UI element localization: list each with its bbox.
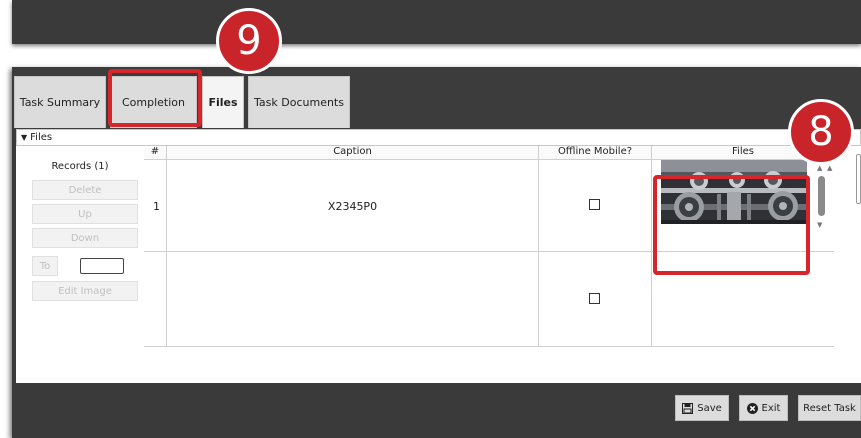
grid-divider <box>166 146 167 346</box>
exit-label: Exit <box>761 402 781 414</box>
files-image-highlight <box>653 175 810 275</box>
column-header-offline-mobile[interactable]: Offline Mobile? <box>539 146 651 159</box>
panel-scrollbar[interactable] <box>856 154 861 204</box>
scroll-up-icon[interactable]: ▲ <box>817 164 822 172</box>
files-section-header[interactable]: ▼ Files <box>16 129 861 146</box>
close-circle-icon <box>746 402 758 414</box>
edit-image-button[interactable]: Edit Image <box>32 281 138 301</box>
callout-badge-9: 9 <box>216 8 282 74</box>
grid-divider <box>651 146 652 346</box>
caption-cell[interactable]: X2345P0 <box>167 200 538 213</box>
up-button[interactable]: Up <box>32 204 138 224</box>
to-button[interactable]: To <box>32 256 58 276</box>
exit-button[interactable]: Exit <box>739 395 788 421</box>
section-title: Files <box>30 132 53 143</box>
tab-files[interactable]: Files <box>202 76 244 128</box>
completion-tab-highlight <box>108 69 202 127</box>
column-header-caption[interactable]: Caption <box>167 146 538 159</box>
records-panel: Records (1) Delete Up Down To Edit Image <box>16 146 144 383</box>
callout-badge-8: 8 <box>788 99 854 165</box>
reset-task-button[interactable]: Reset Task <box>798 395 861 421</box>
floppy-disk-icon <box>682 402 694 414</box>
cell-scrollbar-thumb[interactable] <box>818 176 825 216</box>
records-count: Records (1) <box>51 161 109 172</box>
tab-task-summary[interactable]: Task Summary <box>14 76 106 128</box>
down-button[interactable]: Down <box>32 228 138 248</box>
delete-button[interactable]: Delete <box>32 180 138 200</box>
offline-mobile-checkbox[interactable] <box>589 199 600 210</box>
grid-divider <box>144 346 834 347</box>
save-button[interactable]: Save <box>675 395 729 421</box>
caret-down-icon: ▼ <box>21 133 28 142</box>
scroll-up-icon[interactable]: ▲ <box>827 164 832 172</box>
grid-divider <box>538 146 539 346</box>
column-header-number[interactable]: # <box>144 146 166 159</box>
screenshot: Task Summary Completion Files Task Docum… <box>0 0 861 438</box>
save-label: Save <box>697 402 722 414</box>
tab-task-documents[interactable]: Task Documents <box>248 76 350 128</box>
row-number: 1 <box>153 200 160 213</box>
to-input[interactable] <box>80 258 124 274</box>
scroll-down-icon[interactable]: ▼ <box>817 221 822 229</box>
top-panel <box>12 0 861 44</box>
offline-mobile-checkbox[interactable] <box>589 293 600 304</box>
